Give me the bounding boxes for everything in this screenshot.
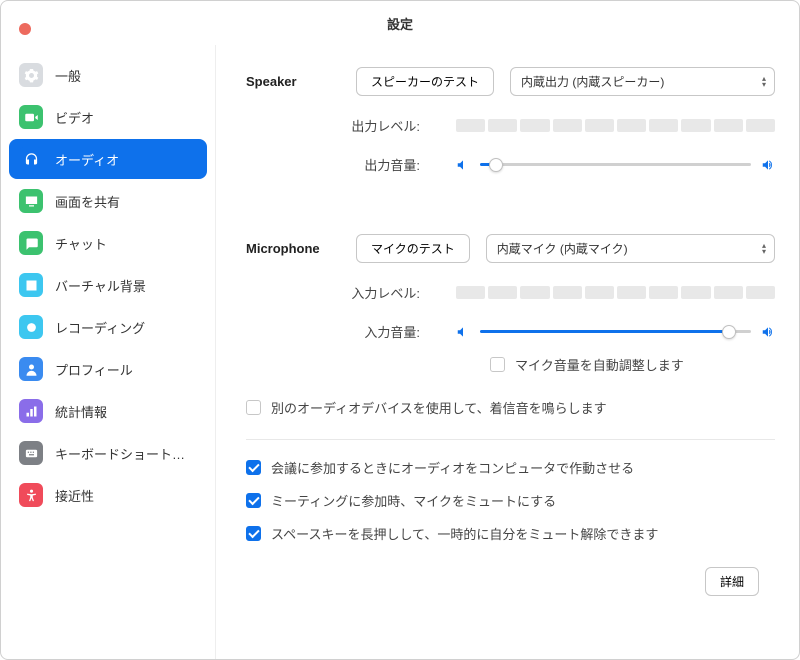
image-icon [19, 273, 43, 297]
sidebar-item-chat[interactable]: チャット [9, 223, 207, 263]
volume-high-icon [761, 158, 775, 172]
space-to-unmute-checkbox[interactable]: スペースキーを長押しして、一時的に自分をミュート解除できます [246, 524, 775, 543]
speaker-device-selected: 内蔵出力 (内蔵スピーカー) [521, 73, 664, 90]
checkbox-icon [246, 526, 261, 541]
sidebar-item-label: バーチャル背景 [55, 276, 146, 295]
sidebar-item-label: 一般 [55, 66, 81, 85]
audio-settings-panel: Speaker スピーカーのテスト 内蔵出力 (内蔵スピーカー) ▴▾ 出力レベ… [216, 45, 799, 659]
chevron-updown-icon: ▴▾ [762, 243, 766, 255]
sidebar: 一般 ビデオ オーディオ 画面を共有 チャット [1, 45, 216, 659]
output-volume-slider[interactable] [480, 163, 751, 166]
input-volume-slider[interactable] [480, 330, 751, 333]
record-icon [19, 315, 43, 339]
sidebar-item-label: ビデオ [55, 108, 94, 127]
mic-device-selected: 内蔵マイク (内蔵マイク) [497, 240, 628, 257]
headphones-icon [19, 147, 43, 171]
sidebar-item-label: プロフィール [55, 360, 133, 379]
input-level-label: 入力レベル: [246, 283, 456, 302]
checkbox-label: 別のオーディオデバイスを使用して、着信音を鳴らします [271, 398, 607, 417]
share-screen-icon [19, 189, 43, 213]
sidebar-item-virtual-background[interactable]: バーチャル背景 [9, 265, 207, 305]
sidebar-item-keyboard-shortcuts[interactable]: キーボードショートカ… [9, 433, 207, 473]
chat-icon [19, 231, 43, 255]
gear-icon [19, 63, 43, 87]
volume-low-icon [456, 158, 470, 172]
separate-ringtone-checkbox[interactable]: 別のオーディオデバイスを使用して、着信音を鳴らします [246, 398, 775, 417]
sidebar-item-label: オーディオ [55, 150, 119, 169]
stats-icon [19, 399, 43, 423]
checkbox-icon [246, 493, 261, 508]
user-icon [19, 357, 43, 381]
sidebar-item-label: 接近性 [55, 486, 94, 505]
checkbox-icon [246, 460, 261, 475]
microphone-section-label: Microphone [246, 241, 356, 256]
sidebar-item-profile[interactable]: プロフィール [9, 349, 207, 389]
sidebar-item-statistics[interactable]: 統計情報 [9, 391, 207, 431]
window-title: 設定 [387, 14, 413, 33]
sidebar-item-general[interactable]: 一般 [9, 55, 207, 95]
sidebar-item-label: レコーディング [55, 318, 145, 337]
sidebar-item-video[interactable]: ビデオ [9, 97, 207, 137]
mute-on-join-checkbox[interactable]: ミーティングに参加時、マイクをミュートにする [246, 491, 775, 510]
speaker-section-label: Speaker [246, 74, 356, 89]
test-mic-button[interactable]: マイクのテスト [356, 234, 470, 263]
auto-mic-volume-checkbox[interactable]: マイク音量を自動調整します [490, 355, 775, 374]
checkbox-label: マイク音量を自動調整します [515, 355, 684, 374]
volume-high-icon [761, 325, 775, 339]
sidebar-item-label: 統計情報 [55, 402, 107, 421]
volume-low-icon [456, 325, 470, 339]
checkbox-label: スペースキーを長押しして、一時的に自分をミュート解除できます [271, 524, 658, 543]
sidebar-item-label: チャット [55, 234, 107, 253]
checkbox-icon [490, 357, 505, 372]
accessibility-icon [19, 483, 43, 507]
sidebar-item-label: 画面を共有 [55, 192, 120, 211]
close-window-button[interactable] [19, 23, 31, 35]
checkbox-icon [246, 400, 261, 415]
sidebar-item-share-screen[interactable]: 画面を共有 [9, 181, 207, 221]
mic-device-select[interactable]: 内蔵マイク (内蔵マイク) ▴▾ [486, 234, 775, 263]
keyboard-icon [19, 441, 43, 465]
advanced-button[interactable]: 詳細 [705, 567, 759, 596]
chevron-updown-icon: ▴▾ [762, 76, 766, 88]
sidebar-item-label: キーボードショートカ… [55, 444, 197, 463]
test-speaker-button[interactable]: スピーカーのテスト [356, 67, 494, 96]
output-level-meter [456, 119, 775, 132]
divider [246, 439, 775, 440]
checkbox-label: 会議に参加するときにオーディオをコンピュータで作動させる [271, 458, 634, 477]
output-volume-label: 出力音量: [246, 155, 456, 174]
sidebar-item-recording[interactable]: レコーディング [9, 307, 207, 347]
output-level-label: 出力レベル: [246, 116, 456, 135]
input-level-meter [456, 286, 775, 299]
video-icon [19, 105, 43, 129]
computer-audio-on-join-checkbox[interactable]: 会議に参加するときにオーディオをコンピュータで作動させる [246, 458, 775, 477]
sidebar-item-accessibility[interactable]: 接近性 [9, 475, 207, 515]
input-volume-label: 入力音量: [246, 322, 456, 341]
speaker-device-select[interactable]: 内蔵出力 (内蔵スピーカー) ▴▾ [510, 67, 775, 96]
sidebar-item-audio[interactable]: オーディオ [9, 139, 207, 179]
checkbox-label: ミーティングに参加時、マイクをミュートにする [271, 491, 556, 510]
